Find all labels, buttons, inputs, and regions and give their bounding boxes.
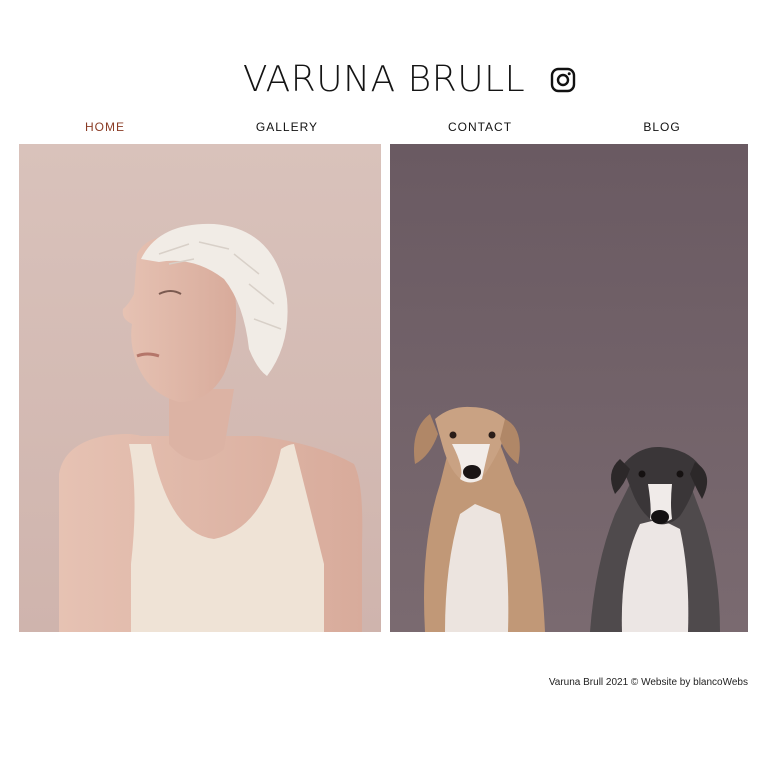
- footer-credit: Varuna Brull 2021 © Website by blancoWeb…: [548, 677, 748, 688]
- nav-item-contact[interactable]: CONTACT: [448, 120, 512, 134]
- woman-portrait-image: [19, 144, 381, 632]
- site-header: VARUNA BRULL: [0, 54, 768, 110]
- main-nav: HOME GALLERY CONTACT BLOG: [19, 120, 748, 140]
- instagram-icon: [550, 67, 576, 93]
- page: VARUNA BRULL HOME GALLERY CONTACT BLOG V…: [0, 0, 768, 768]
- dogs-portrait-image: [390, 144, 748, 632]
- photo-dogs-portrait[interactable]: [390, 144, 748, 632]
- photo-gallery: [19, 144, 748, 632]
- nav-item-home[interactable]: HOME: [85, 120, 125, 134]
- instagram-link[interactable]: [550, 67, 576, 93]
- site-title[interactable]: VARUNA BRULL: [0, 58, 768, 102]
- site-footer: Varuna Brull 2021 © Website by blancoWeb…: [549, 677, 748, 688]
- photo-woman-portrait[interactable]: [19, 144, 381, 632]
- nav-item-blog[interactable]: BLOG: [643, 120, 680, 134]
- nav-item-gallery[interactable]: GALLERY: [256, 120, 318, 134]
